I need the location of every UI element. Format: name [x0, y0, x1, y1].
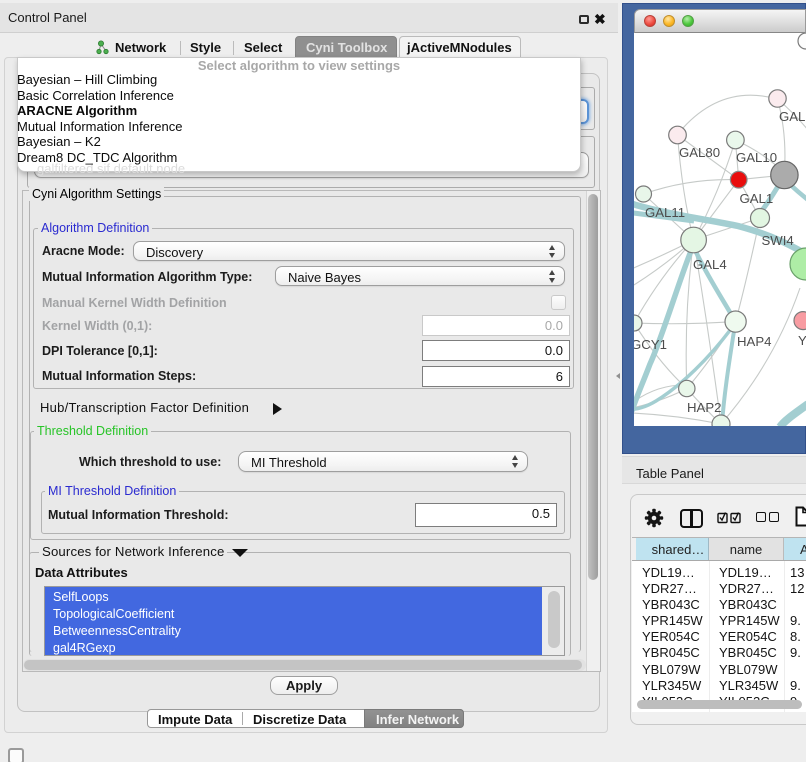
svg-text:HAP4: HAP4 [737, 334, 771, 349]
svg-text:YB: YB [798, 333, 806, 348]
svg-text:HAP2: HAP2 [687, 400, 721, 415]
svg-text:GAL80: GAL80 [679, 145, 720, 160]
svg-text:GAL1: GAL1 [740, 191, 774, 206]
svg-text:GAL10: GAL10 [736, 150, 777, 165]
svg-text:GCY1: GCY1 [634, 337, 667, 352]
svg-text:GAL2: GAL2 [779, 109, 806, 124]
svg-text:GAL11: GAL11 [645, 205, 685, 220]
svg-text:SWI4: SWI4 [762, 233, 794, 248]
svg-text:GAL4: GAL4 [693, 257, 727, 272]
